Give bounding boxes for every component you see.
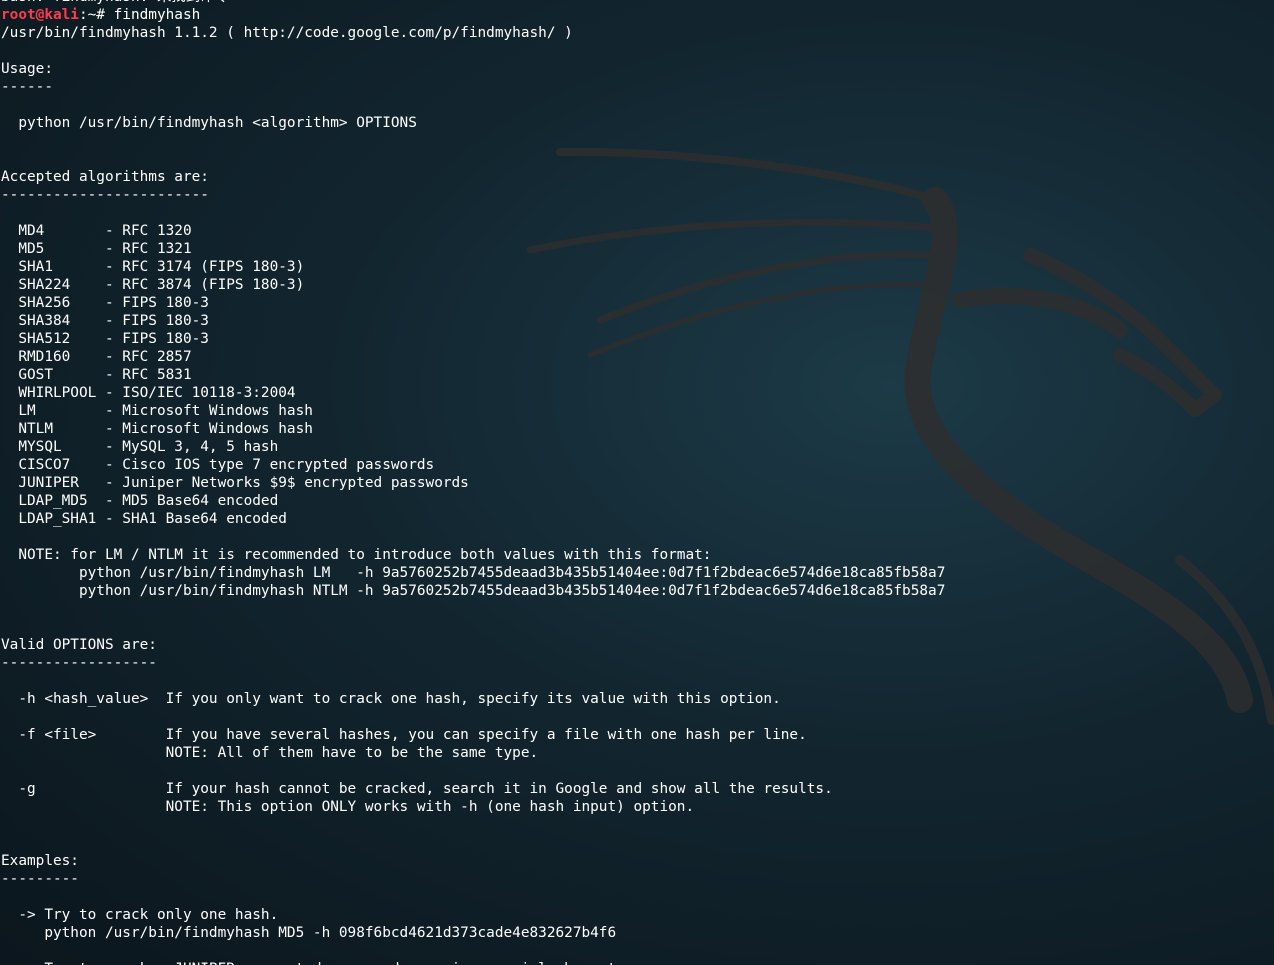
terminal-line: GOST - RFC 5831 bbox=[1, 367, 192, 383]
terminal-line: SHA512 - FIPS 180-3 bbox=[1, 331, 209, 347]
terminal-line: Usage: bbox=[1, 61, 53, 77]
terminal-line: python /usr/bin/findmyhash MD5 -h 098f6b… bbox=[1, 925, 617, 941]
terminal-line: ------------------------ bbox=[1, 187, 209, 203]
prompt-path: :~# bbox=[78, 7, 114, 23]
terminal-line: NOTE: All of them have to be the same ty… bbox=[1, 745, 539, 761]
terminal-line: SHA384 - FIPS 180-3 bbox=[1, 313, 209, 329]
prompt-user-host: root@kali bbox=[1, 7, 79, 23]
terminal-line: /usr/bin/findmyhash 1.1.2 ( http://code.… bbox=[1, 25, 573, 41]
terminal-line: NTLM - Microsoft Windows hash bbox=[1, 421, 313, 437]
terminal-line: JUNIPER - Juniper Networks $9$ encrypted… bbox=[1, 475, 469, 491]
terminal-line: SHA1 - RFC 3174 (FIPS 180-3) bbox=[1, 259, 305, 275]
terminal-line: Valid OPTIONS are: bbox=[1, 637, 157, 653]
terminal-line: MD4 - RFC 1320 bbox=[1, 223, 192, 239]
terminal-line: ------ bbox=[1, 79, 53, 95]
terminal-output[interactable]: bash: findmyhash: 未找到命令root@kali:~# find… bbox=[1, 0, 1271, 965]
terminal-line: ------------------ bbox=[1, 655, 157, 671]
terminal-line: NOTE: This option ONLY works with -h (on… bbox=[1, 799, 695, 815]
terminal-line: python /usr/bin/findmyhash <algorithm> O… bbox=[1, 115, 417, 131]
terminal-line: python /usr/bin/findmyhash NTLM -h 9a576… bbox=[1, 583, 946, 599]
terminal-line: Examples: bbox=[1, 853, 79, 869]
terminal-line: CISCO7 - Cisco IOS type 7 encrypted pass… bbox=[1, 457, 435, 473]
terminal-line: SHA256 - FIPS 180-3 bbox=[1, 295, 209, 311]
terminal-line: -> Try to crack a JUNIPER encrypted pass… bbox=[1, 960, 1271, 965]
terminal-line: Accepted algorithms are: bbox=[1, 169, 209, 185]
prompt-command: findmyhash bbox=[113, 7, 201, 23]
terminal-line: RMD160 - RFC 2857 bbox=[1, 349, 192, 365]
terminal-line: MD5 - RFC 1321 bbox=[1, 241, 192, 257]
terminal-line: --------- bbox=[1, 871, 79, 887]
terminal-line: MYSQL - MySQL 3, 4, 5 hash bbox=[1, 439, 279, 455]
terminal-line: LM - Microsoft Windows hash bbox=[1, 403, 313, 419]
terminal-line: -f <file> If you have several hashes, yo… bbox=[1, 727, 807, 743]
terminal-line: SHA224 - RFC 3874 (FIPS 180-3) bbox=[1, 277, 305, 293]
terminal-line: LDAP_SHA1 - SHA1 Base64 encoded bbox=[1, 511, 287, 527]
terminal-line: python /usr/bin/findmyhash LM -h 9a57602… bbox=[1, 565, 946, 581]
terminal-line: LDAP_MD5 - MD5 Base64 encoded bbox=[1, 493, 279, 509]
terminal-line: NOTE: for LM / NTLM it is recommended to… bbox=[1, 547, 712, 563]
prompt-line: root@kali:~# findmyhash bbox=[1, 6, 1271, 24]
terminal-line: WHIRLPOOL - ISO/IEC 10118-3:2004 bbox=[1, 385, 296, 401]
terminal-line: -g If your hash cannot be cracked, searc… bbox=[1, 781, 833, 797]
terminal-line: -> Try to crack only one hash. bbox=[1, 907, 279, 923]
terminal-line: -h <hash_value> If you only want to crac… bbox=[1, 691, 781, 707]
